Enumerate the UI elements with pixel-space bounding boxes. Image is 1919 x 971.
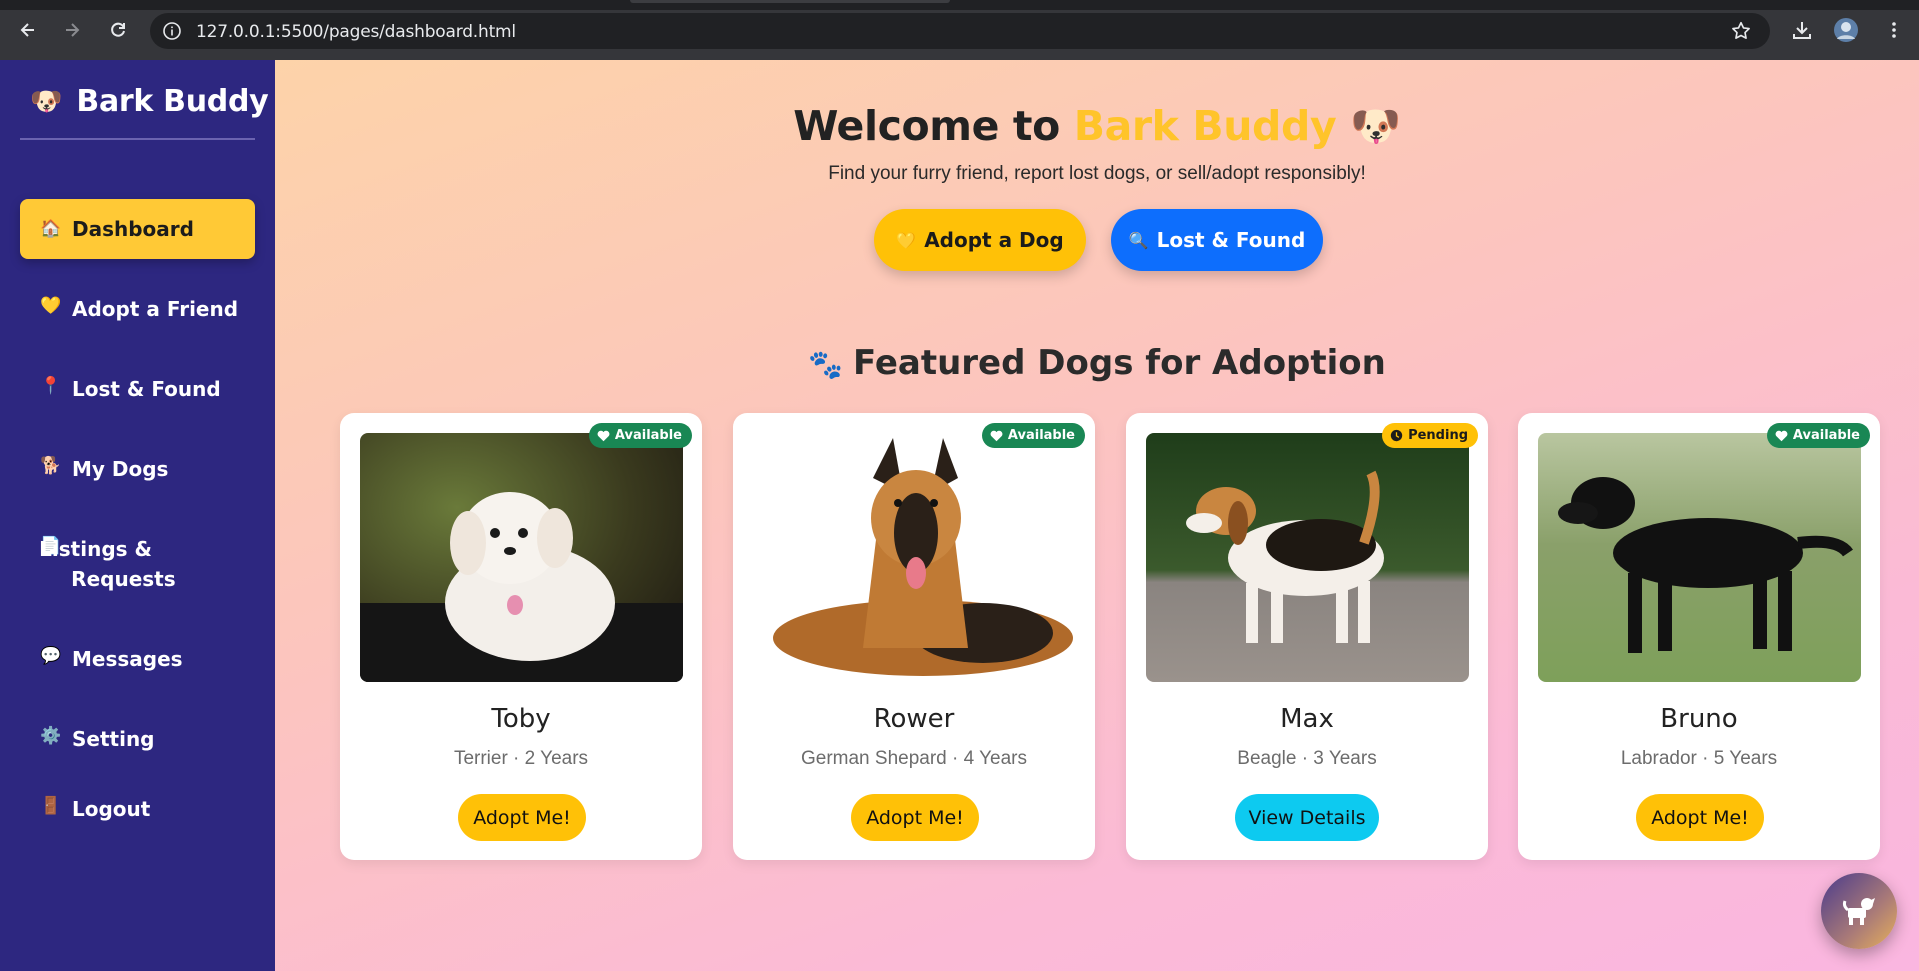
sidebar-item-my-dogs[interactable]: 🐕 My Dogs: [20, 454, 255, 484]
sidebar-item-lost-and-found[interactable]: 📍 Lost & Found: [20, 374, 255, 404]
sidebar-item-logout[interactable]: 🚪 Logout: [20, 794, 255, 824]
adopt-me-button[interactable]: Adopt Me!: [458, 794, 586, 841]
dog-icon: 🐕: [40, 456, 62, 476]
dog-face-icon: 🐶: [1350, 102, 1401, 150]
sidebar: 🐶 Bark Buddy 🏠 Dashboard 💛 Adopt a Frien…: [0, 60, 275, 971]
gear-icon: ⚙️: [40, 726, 62, 746]
status-label: Pending: [1408, 428, 1468, 443]
dog-card: Available Rower German Shepard · 4 Years…: [733, 413, 1095, 860]
heart-icon: [990, 430, 1003, 441]
active-tab-edge: [630, 0, 950, 3]
status-badge: Available: [981, 423, 1085, 448]
star-icon[interactable]: [1730, 20, 1752, 42]
status-badge: Available: [588, 423, 692, 448]
door-icon: 🚪: [40, 796, 62, 816]
dog-photo: [1146, 433, 1469, 682]
status-label: Available: [1792, 428, 1860, 443]
site-info-icon[interactable]: [162, 21, 182, 41]
dog-card: Available Toby Terrier · 2 Years Adopt M…: [340, 413, 702, 860]
dog-chat-button[interactable]: [1821, 873, 1897, 949]
lost-and-found-button[interactable]: 🔍 Lost & Found: [1111, 209, 1323, 271]
kebab-menu-icon[interactable]: [1880, 16, 1908, 44]
sidebar-item-label: My Dogs: [72, 457, 169, 481]
sidebar-item-label: Listings & Requests: [39, 537, 176, 591]
adopt-a-dog-button[interactable]: 💛 Adopt a Dog: [874, 209, 1086, 271]
heart-icon: 💛: [40, 296, 62, 316]
sidebar-item-label: Lost & Found: [72, 377, 221, 401]
title-prefix: Welcome to: [793, 102, 1074, 150]
sidebar-item-label: Setting: [72, 727, 155, 751]
tab-strip: [0, 0, 1919, 10]
url-text[interactable]: 127.0.0.1:5500/pages/dashboard.html: [196, 22, 516, 42]
house-icon: 🏠: [40, 219, 62, 239]
back-icon[interactable]: [14, 16, 42, 44]
magnifier-icon: 🔍: [1128, 230, 1149, 250]
status-label: Available: [1007, 428, 1075, 443]
address-bar[interactable]: 127.0.0.1:5500/pages/dashboard.html: [150, 13, 1770, 49]
dog-name: Max: [1280, 704, 1334, 734]
page-title: Welcome to Bark Buddy 🐶: [275, 102, 1919, 151]
page-subtitle: Find your furry friend, report lost dogs…: [828, 163, 1366, 184]
dog-card: Pending Max Beagle · 3 Years View Detail…: [1126, 413, 1488, 860]
sidebar-item-label: Logout: [72, 797, 151, 821]
main-content: Welcome to Bark Buddy 🐶 Find your furry …: [275, 60, 1919, 971]
brand[interactable]: 🐶 Bark Buddy: [30, 84, 269, 119]
sidebar-item-setting[interactable]: ⚙️ Setting: [20, 724, 255, 754]
dog-meta: German Shepard · 4 Years: [800, 748, 1028, 769]
section-title-text: Featured Dogs for Adoption: [852, 343, 1386, 383]
sidebar-item-label: Adopt a Friend: [72, 297, 239, 321]
title-accent: Bark Buddy: [1073, 102, 1337, 150]
brand-divider: [20, 138, 255, 140]
dog-name: Bruno: [1660, 704, 1738, 734]
heart-icon: [1775, 430, 1788, 441]
section-title: 🐾 Featured Dogs for Adoption: [275, 343, 1919, 383]
view-details-button[interactable]: View Details: [1235, 794, 1379, 841]
speech-bubble-icon: 💬: [40, 646, 62, 666]
status-label: Available: [614, 428, 682, 443]
reload-icon[interactable]: [104, 16, 132, 44]
heart-icon: [597, 430, 610, 441]
dog-name: Toby: [491, 704, 551, 734]
adopt-me-button[interactable]: Adopt Me!: [1636, 794, 1764, 841]
forward-icon[interactable]: [58, 16, 86, 44]
pin-icon: 📍: [40, 376, 62, 396]
dog-photo: [753, 433, 1076, 682]
adopt-a-dog-label: Adopt a Dog: [924, 228, 1064, 252]
dog-photo: [360, 433, 683, 682]
sidebar-item-listings[interactable]: 📄 Listings & Requests: [20, 534, 190, 594]
dog-meta: Terrier · 2 Years: [453, 748, 589, 769]
status-badge: Pending: [1382, 423, 1478, 448]
dog-icon: [1842, 898, 1875, 925]
dog-face-icon: 🐶: [30, 86, 63, 116]
sidebar-item-label: Messages: [72, 647, 183, 671]
heart-icon: 💛: [896, 230, 917, 250]
dog-card: Available Bruno Labrador · 5 Years Adopt…: [1518, 413, 1880, 860]
sidebar-item-dashboard[interactable]: 🏠 Dashboard: [20, 199, 255, 259]
clock-icon: [1390, 429, 1403, 442]
avatar[interactable]: [1832, 16, 1860, 44]
dog-name: Rower: [873, 704, 955, 734]
sidebar-item-adopt-a-friend[interactable]: 💛 Adopt a Friend: [20, 294, 255, 324]
dog-meta: Beagle · 3 Years: [1237, 748, 1377, 769]
sidebar-item-label: Dashboard: [72, 217, 194, 241]
brand-name: Bark Buddy: [76, 84, 269, 119]
paw-icon: 🐾: [808, 348, 843, 381]
browser-toolbar: 127.0.0.1:5500/pages/dashboard.html: [0, 0, 1919, 60]
download-icon[interactable]: [1788, 16, 1816, 44]
sidebar-item-messages[interactable]: 💬 Messages: [20, 644, 255, 674]
status-badge: Available: [1766, 423, 1870, 448]
lost-and-found-label: Lost & Found: [1156, 228, 1306, 252]
dog-photo: [1538, 433, 1861, 682]
dog-meta: Labrador · 5 Years: [1620, 748, 1778, 769]
adopt-me-button[interactable]: Adopt Me!: [851, 794, 979, 841]
